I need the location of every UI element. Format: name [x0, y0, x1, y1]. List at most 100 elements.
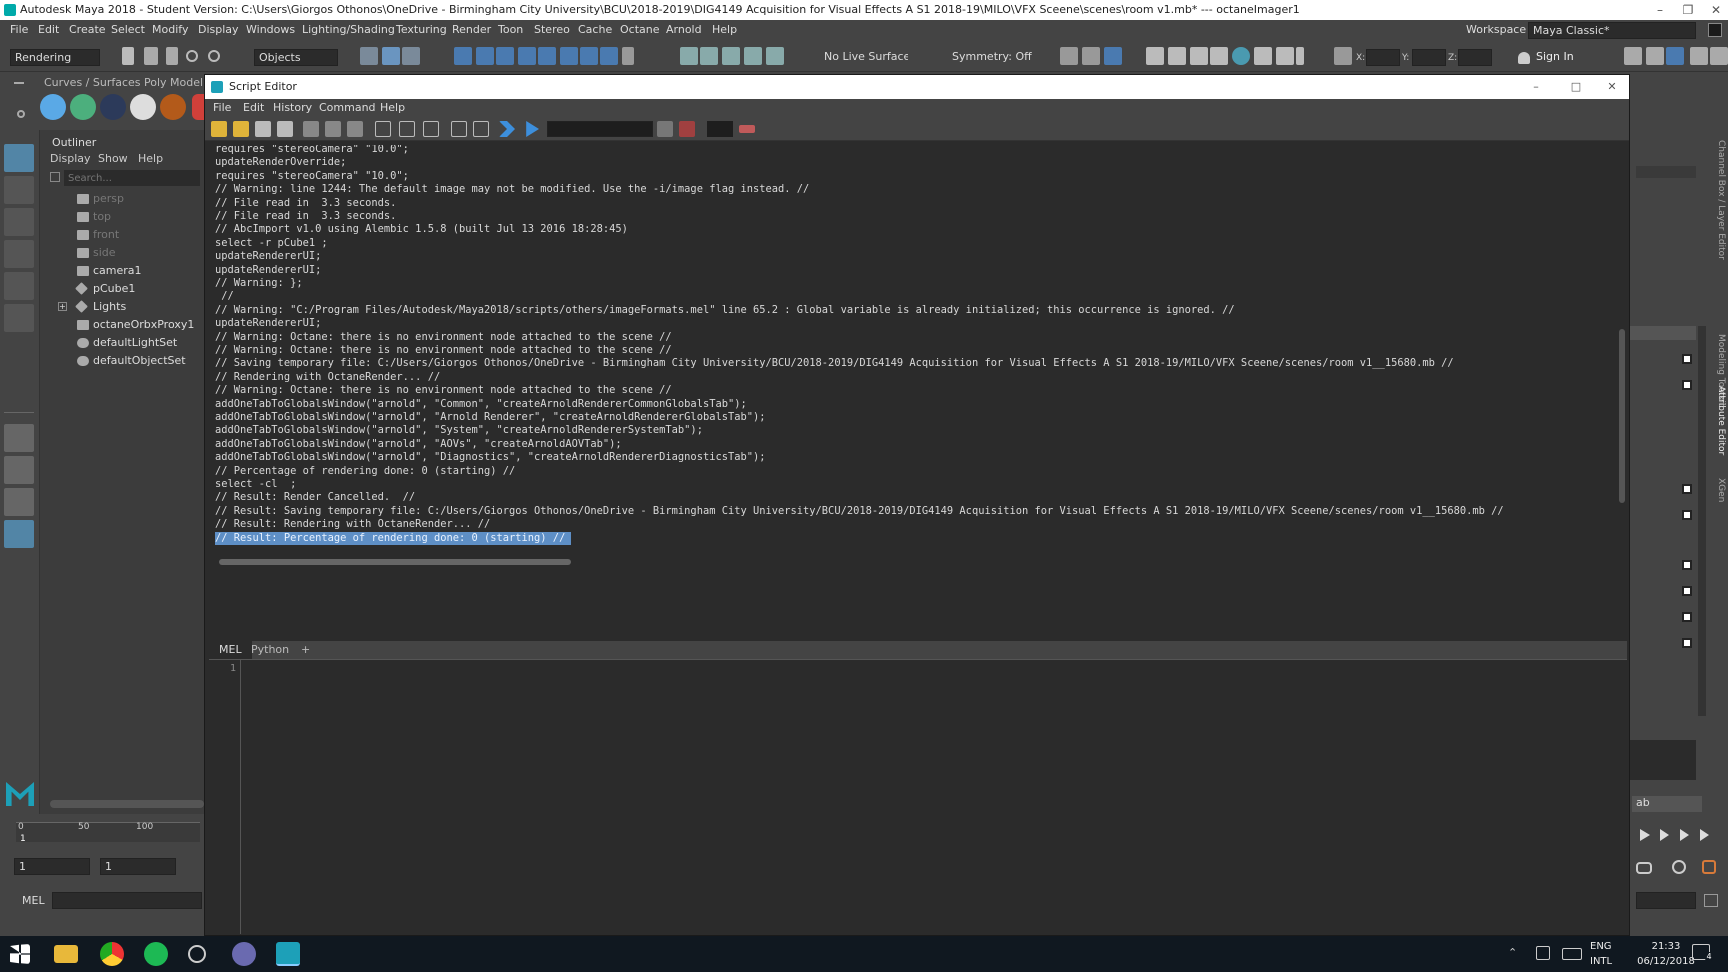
move-tool-icon[interactable]: [4, 240, 34, 268]
history-line[interactable]: // Warning: line 1244: The default image…: [215, 183, 809, 196]
ipr-render-icon[interactable]: [1146, 47, 1164, 65]
history-line[interactable]: // Percentage of rendering done: 0 (star…: [215, 465, 515, 478]
history-line[interactable]: // Saving temporary file: C:/Users/Giorg…: [215, 357, 1454, 370]
history-line[interactable]: addOneTabToGlobalsWindow("arnold", "AOVs…: [215, 438, 622, 451]
save-scene-icon[interactable]: [166, 47, 178, 65]
checker-icon[interactable]: [1682, 560, 1692, 570]
shelf-tab-poly-modeling[interactable]: Poly Modeling: [144, 76, 204, 89]
se-menu-command[interactable]: Command: [319, 99, 376, 117]
scroll-thumb[interactable]: [219, 559, 571, 565]
keyboard-icon[interactable]: [1562, 948, 1582, 960]
layers-icon[interactable]: [1710, 47, 1728, 65]
expand-icon[interactable]: +: [58, 302, 67, 311]
history-line[interactable]: addOneTabToGlobalsWindow("arnold", "Syst…: [215, 424, 703, 437]
snap-grid-icon[interactable]: [454, 47, 472, 65]
octane-material-shelf-icon[interactable]: [70, 94, 96, 120]
octane-viewer-icon[interactable]: [1232, 47, 1250, 65]
single-perspective-layout-icon[interactable]: [4, 424, 34, 452]
history-line[interactable]: updateRendererUI;: [215, 250, 321, 263]
open-script-icon[interactable]: [211, 121, 227, 137]
menu-lighting-shading[interactable]: Lighting/Shading: [302, 20, 395, 40]
paint-select-tool-icon[interactable]: [4, 208, 34, 236]
four-view-layout-icon[interactable]: [4, 456, 34, 484]
persp-outliner-layout-icon[interactable]: [4, 488, 34, 516]
snap-surface-icon[interactable]: [538, 47, 556, 65]
loop-icon[interactable]: [1636, 862, 1652, 874]
outliner-item-persp[interactable]: persp: [40, 190, 204, 208]
checker-icon[interactable]: [1682, 586, 1692, 596]
history-line[interactable]: updateRendererUI;: [215, 264, 321, 277]
render-region-icon[interactable]: [1190, 47, 1208, 65]
input-ops-icon[interactable]: [700, 47, 718, 65]
open-scene-icon[interactable]: [144, 47, 158, 65]
script-editor-icon[interactable]: [1704, 894, 1718, 907]
scroll-thumb[interactable]: [1619, 329, 1625, 503]
menu-edit[interactable]: Edit: [38, 20, 59, 40]
select-tool-icon[interactable]: [4, 144, 34, 172]
close-button[interactable]: ✕: [1696, 0, 1728, 20]
menu-windows[interactable]: Windows: [246, 20, 295, 40]
history-line[interactable]: // Result: Render Cancelled. //: [215, 491, 415, 504]
select-hierarchy-icon[interactable]: [360, 47, 378, 65]
checker-icon[interactable]: [1682, 612, 1692, 622]
spotify-icon[interactable]: [144, 942, 168, 966]
script-input-pane[interactable]: 1: [209, 659, 1627, 934]
camera-attributes-icon[interactable]: [1334, 47, 1352, 65]
time-ruler[interactable]: [16, 822, 200, 842]
menu-display[interactable]: Display: [198, 20, 239, 40]
save-to-shelf-icon[interactable]: [277, 121, 293, 137]
se-menu-help[interactable]: Help: [380, 99, 405, 117]
show-input-only-icon[interactable]: [423, 121, 439, 137]
render-frame-icon[interactable]: [1060, 47, 1078, 65]
hypershade-icon[interactable]: [1168, 47, 1186, 65]
play-forward-icon[interactable]: [1640, 829, 1650, 841]
history-line[interactable]: addOneTabToGlobalsWindow("arnold", "Comm…: [215, 398, 747, 411]
outliner-menu-show[interactable]: Show: [98, 152, 128, 165]
z-field[interactable]: [1458, 49, 1492, 66]
go-to-end-icon[interactable]: [1700, 829, 1709, 841]
outliner-item-default-light-set[interactable]: defaultLightSet: [40, 334, 204, 352]
new-scene-icon[interactable]: [122, 47, 134, 65]
menu-help[interactable]: Help: [712, 20, 737, 40]
outliner-item-lights[interactable]: + Lights: [40, 298, 204, 316]
history-line[interactable]: // Warning: };: [215, 277, 303, 290]
gauge-app-icon[interactable]: [188, 945, 206, 963]
search-field[interactable]: [547, 121, 653, 137]
add-tab-button[interactable]: +: [291, 641, 320, 659]
select-component-icon[interactable]: [402, 47, 420, 65]
render-view-icon[interactable]: [1082, 47, 1100, 65]
tool-settings-icon[interactable]: [1690, 47, 1708, 65]
checker-icon[interactable]: [1682, 484, 1692, 494]
x-field[interactable]: [1366, 49, 1400, 66]
history-line[interactable]: // Rendering with OctaneRender... //: [215, 371, 440, 384]
history-line[interactable]: addOneTabToGlobalsWindow("arnold", "Diag…: [215, 451, 766, 464]
menu-modify[interactable]: Modify: [152, 20, 188, 40]
channel-box-icon[interactable]: [1624, 47, 1642, 65]
show-line-numbers-icon[interactable]: [325, 121, 341, 137]
lock-icon[interactable]: [1708, 23, 1722, 37]
menu-toon[interactable]: Toon: [498, 20, 523, 40]
save-script-icon[interactable]: [255, 121, 271, 137]
history-line[interactable]: // Result: Percentage of rendering done:…: [215, 531, 572, 545]
clock-time[interactable]: 21:33: [1636, 941, 1696, 952]
y-field[interactable]: [1412, 49, 1446, 66]
history-horizontal-scrollbar[interactable]: [213, 557, 1605, 567]
menu-render[interactable]: Render: [452, 20, 491, 40]
modeling-toolkit-icon[interactable]: [1646, 47, 1664, 65]
construction-icon[interactable]: [744, 47, 762, 65]
snap-point-icon[interactable]: [496, 47, 514, 65]
live-surface-field[interactable]: No Live Surface: [820, 49, 908, 66]
history-line[interactable]: requires "stereoCamera" "10.0";: [215, 145, 409, 156]
clear-history-icon[interactable]: [451, 121, 467, 137]
render-settings-icon[interactable]: [1104, 47, 1122, 65]
outliner-item-top[interactable]: top: [40, 208, 204, 226]
menu-file[interactable]: File: [10, 20, 28, 40]
show-history-only-icon[interactable]: [375, 121, 391, 137]
goto-line-field[interactable]: [707, 121, 733, 137]
history-line[interactable]: // Warning: Octane: there is no environm…: [215, 384, 672, 397]
redo-icon[interactable]: [208, 50, 220, 62]
cmdline-language-label[interactable]: MEL: [22, 894, 45, 907]
file-explorer-icon[interactable]: [54, 945, 78, 963]
tray-chevron-icon[interactable]: ⌃: [1508, 946, 1517, 959]
undo-icon[interactable]: [186, 50, 198, 62]
